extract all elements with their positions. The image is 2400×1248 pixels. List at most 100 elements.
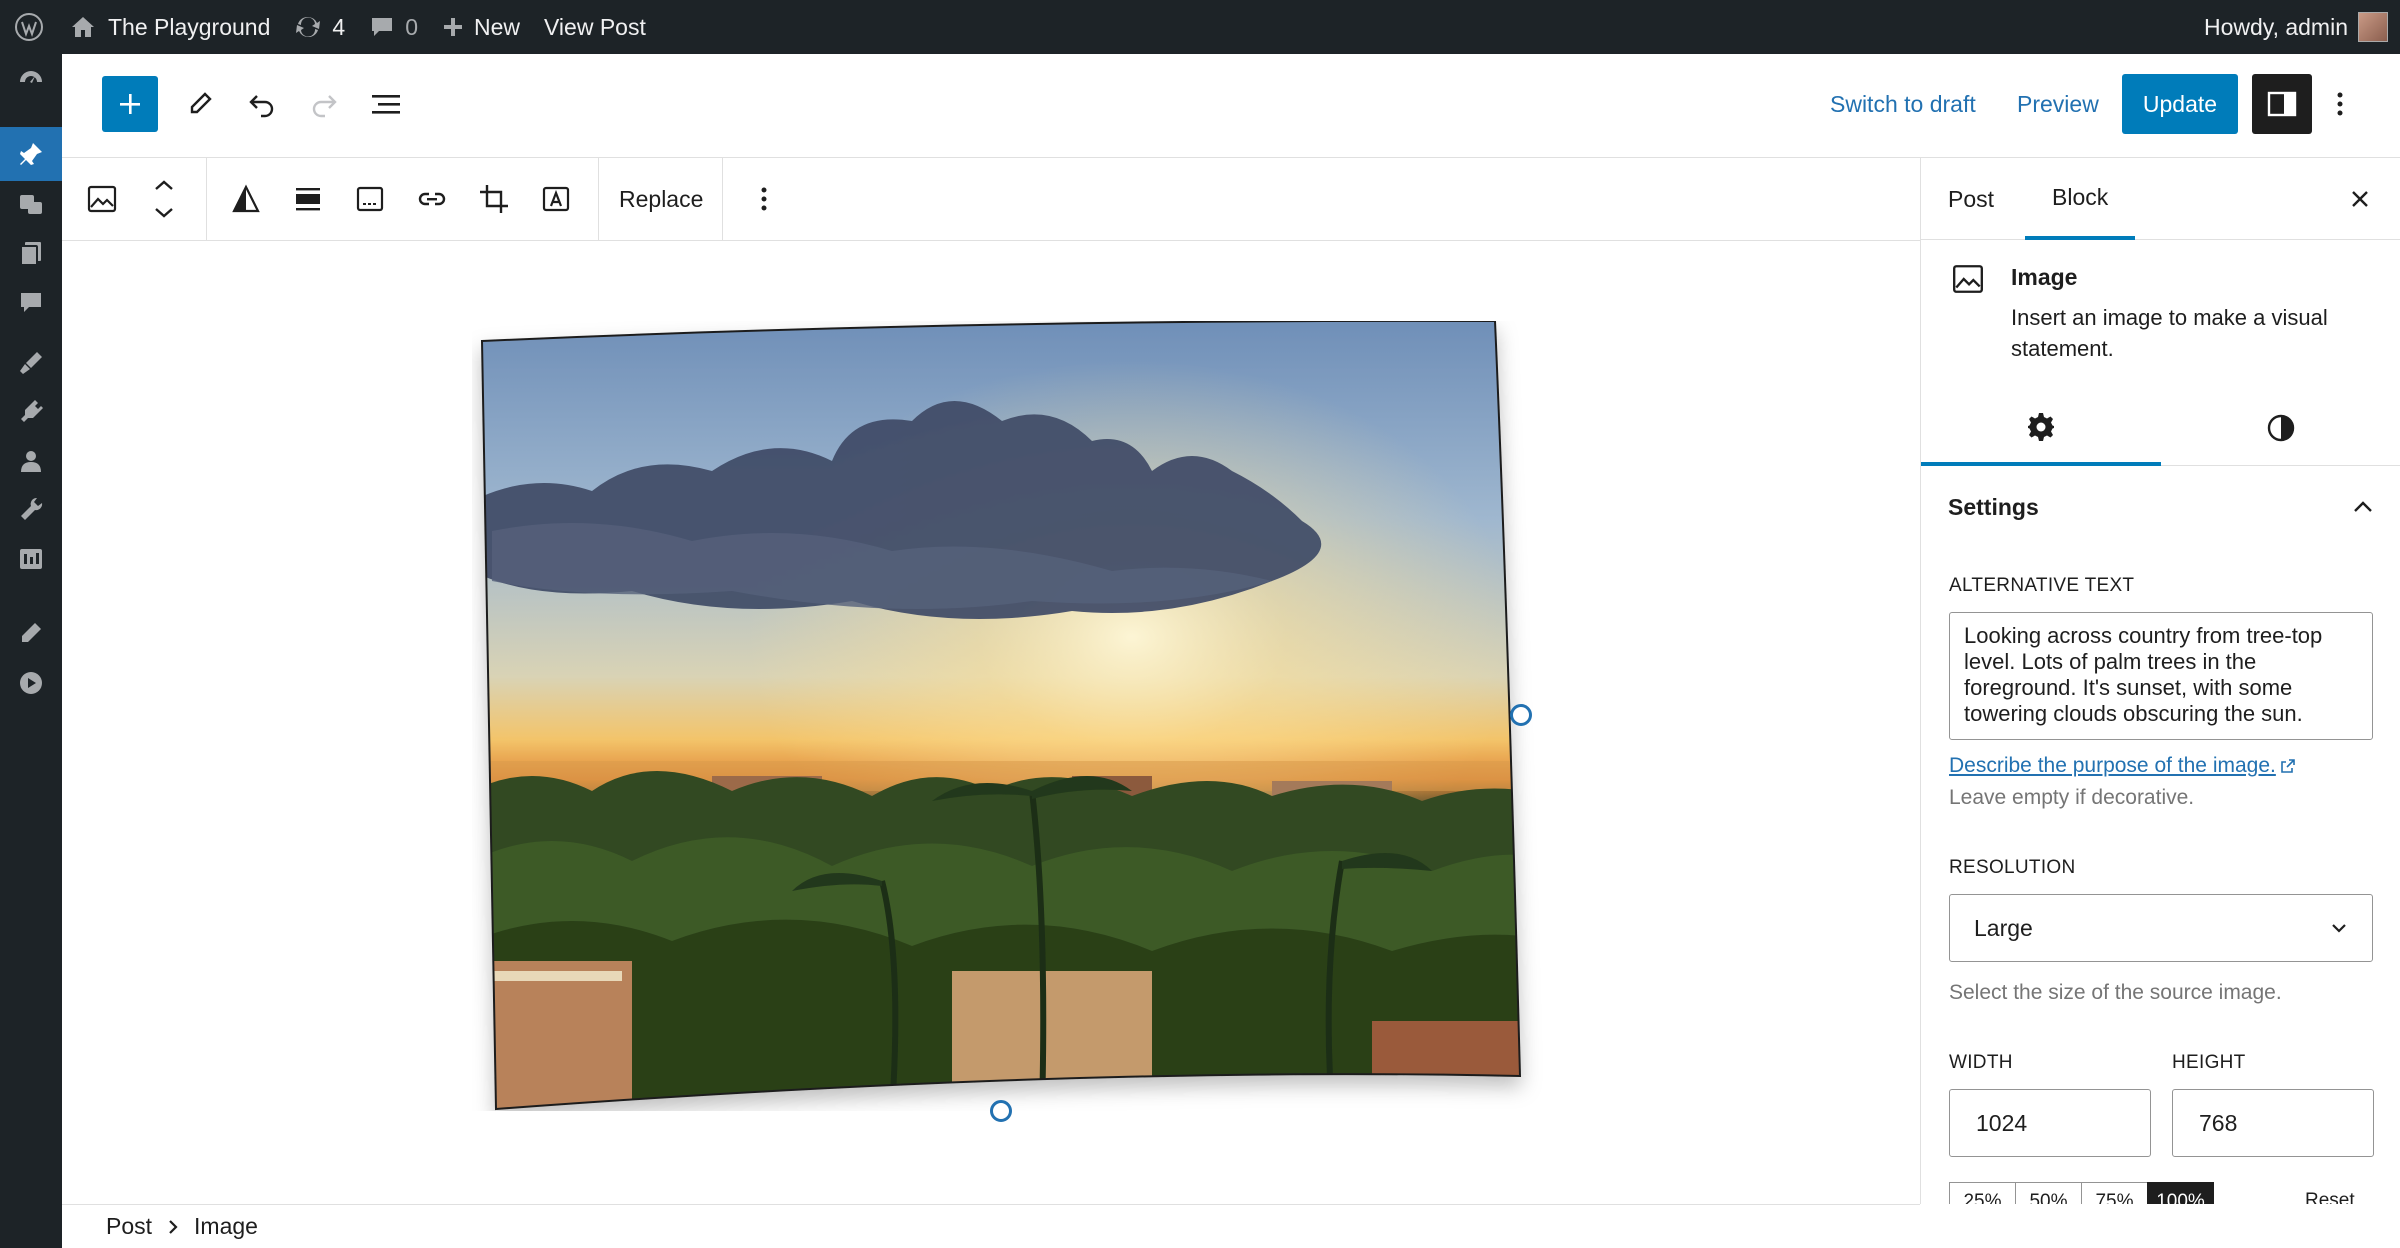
updates-icon	[294, 14, 322, 40]
block-card: Image Insert an image to make a visual s…	[1921, 240, 2400, 390]
more-vertical-icon	[760, 185, 768, 213]
crop-button[interactable]	[463, 158, 525, 240]
admin-menu	[0, 54, 62, 1248]
switch-to-draft-button[interactable]: Switch to draft	[1830, 76, 1976, 132]
plus-icon	[442, 16, 464, 38]
comments-icon	[17, 289, 45, 317]
updates-link[interactable]: 4	[282, 0, 357, 54]
more-vertical-icon	[2336, 90, 2344, 118]
tab-post[interactable]: Post	[1921, 158, 2021, 240]
menu-item-video[interactable]	[0, 656, 62, 710]
plugins-icon	[17, 397, 45, 425]
image-block[interactable]	[472, 319, 1572, 1122]
view-post-link[interactable]: View Post	[532, 0, 658, 54]
menu-item-posts[interactable]	[0, 127, 62, 181]
dashboard-icon	[17, 67, 45, 95]
document-overview-button[interactable]	[358, 76, 414, 132]
tab-settings[interactable]	[1921, 390, 2161, 466]
width-input[interactable]: 1024	[1949, 1089, 2151, 1157]
block-mover-button[interactable]	[133, 158, 195, 240]
wordpress-logo-icon[interactable]	[0, 0, 58, 54]
block-card-description: Insert an image to make a visual stateme…	[2011, 305, 2328, 361]
new-content-link[interactable]: New	[430, 0, 532, 54]
appearance-icon	[17, 349, 45, 377]
align-icon	[293, 184, 323, 214]
pencil-icon	[186, 90, 214, 118]
users-icon	[17, 447, 45, 475]
menu-item-settings[interactable]	[0, 532, 62, 586]
options-button[interactable]	[2320, 76, 2360, 132]
site-name-link[interactable]: The Playground	[58, 0, 282, 54]
duotone-button[interactable]	[215, 158, 277, 240]
comments-link[interactable]: 0	[357, 0, 430, 54]
menu-item-dashboard[interactable]	[0, 54, 62, 108]
scale-50-button[interactable]: 50%	[2015, 1182, 2082, 1204]
admin-bar: The Playground 4 0 New View Post Howdy, …	[0, 0, 2400, 54]
comment-icon	[369, 15, 395, 39]
align-button[interactable]	[277, 158, 339, 240]
reset-button[interactable]: Reset	[2305, 1190, 2355, 1204]
chevron-right-icon	[166, 1218, 180, 1236]
resize-handle-bottom[interactable]	[990, 1100, 1012, 1122]
block-inserter-button[interactable]	[102, 76, 158, 132]
editor-canvas[interactable]	[62, 241, 1920, 1204]
updates-count: 4	[332, 13, 346, 40]
menu-item-appearance[interactable]	[0, 336, 62, 390]
crop-icon	[478, 183, 510, 215]
chevron-down-icon	[2330, 922, 2348, 934]
block-options-button[interactable]	[733, 158, 795, 240]
close-sidebar-button[interactable]	[2339, 178, 2381, 220]
height-label: HEIGHT	[2172, 1052, 2246, 1073]
menu-item-pages[interactable]	[0, 226, 62, 280]
link-icon	[416, 184, 448, 214]
text-overlay-button[interactable]	[525, 158, 587, 240]
update-button[interactable]: Update	[2122, 74, 2238, 134]
custom-tool-icon	[17, 619, 45, 647]
preview-button[interactable]: Preview	[2017, 76, 2099, 132]
greeting-text: Howdy, admin	[2203, 13, 2348, 40]
scale-100-button[interactable]: 100%	[2147, 1182, 2214, 1204]
alt-text-input[interactable]: Looking across country from tree-top lev…	[1949, 612, 2373, 740]
replace-button[interactable]: Replace	[599, 158, 723, 240]
chevron-up-down-icon	[152, 178, 176, 220]
breadcrumb-post[interactable]: Post	[106, 1213, 152, 1240]
sidebar-tabs: Post Block	[1921, 158, 2400, 240]
caption-button[interactable]	[339, 158, 401, 240]
scale-25-button[interactable]: 25%	[1949, 1182, 2016, 1204]
posts-icon	[17, 140, 45, 168]
tab-styles[interactable]	[2161, 390, 2400, 466]
resize-handle-right[interactable]	[1510, 704, 1532, 726]
gear-icon	[2026, 411, 2056, 441]
settings-toggle-button[interactable]	[2252, 74, 2312, 134]
menu-item-media[interactable]	[0, 178, 62, 232]
resolution-select[interactable]: Large	[1949, 894, 2373, 962]
text-overlay-icon	[541, 184, 571, 214]
alt-help-text: Leave empty if decorative.	[1949, 786, 2195, 809]
styles-icon	[2266, 413, 2296, 443]
menu-item-tools[interactable]	[0, 482, 62, 536]
menu-item-users[interactable]	[0, 434, 62, 488]
settings-icon	[17, 545, 45, 573]
pages-icon	[17, 239, 45, 267]
redo-button[interactable]	[296, 76, 352, 132]
height-input[interactable]: 768	[2172, 1089, 2374, 1157]
scale-75-button[interactable]: 75%	[2081, 1182, 2148, 1204]
tools-button[interactable]	[172, 76, 228, 132]
comments-count: 0	[405, 13, 418, 40]
tab-block[interactable]: Block	[2025, 158, 2136, 240]
external-link-icon	[2280, 758, 2296, 774]
link-button[interactable]	[401, 158, 463, 240]
avatar	[2358, 12, 2388, 42]
undo-button[interactable]	[234, 76, 290, 132]
block-toolbar: Replace	[62, 158, 1920, 241]
alt-help-link[interactable]: Describe the purpose of the image.	[1949, 754, 2296, 778]
alt-help-link-text: Describe the purpose of the image.	[1949, 754, 2276, 777]
resolution-value: Large	[1974, 914, 2033, 941]
menu-item-plugins[interactable]	[0, 384, 62, 438]
account-menu[interactable]: Howdy, admin	[2204, 12, 2400, 42]
menu-item-custom-tool[interactable]	[0, 606, 62, 660]
sunset-photo	[480, 319, 1522, 1111]
block-type-button[interactable]	[71, 158, 133, 240]
settings-panel-header[interactable]: Settings	[1921, 466, 2400, 548]
menu-item-comments[interactable]	[0, 276, 62, 330]
